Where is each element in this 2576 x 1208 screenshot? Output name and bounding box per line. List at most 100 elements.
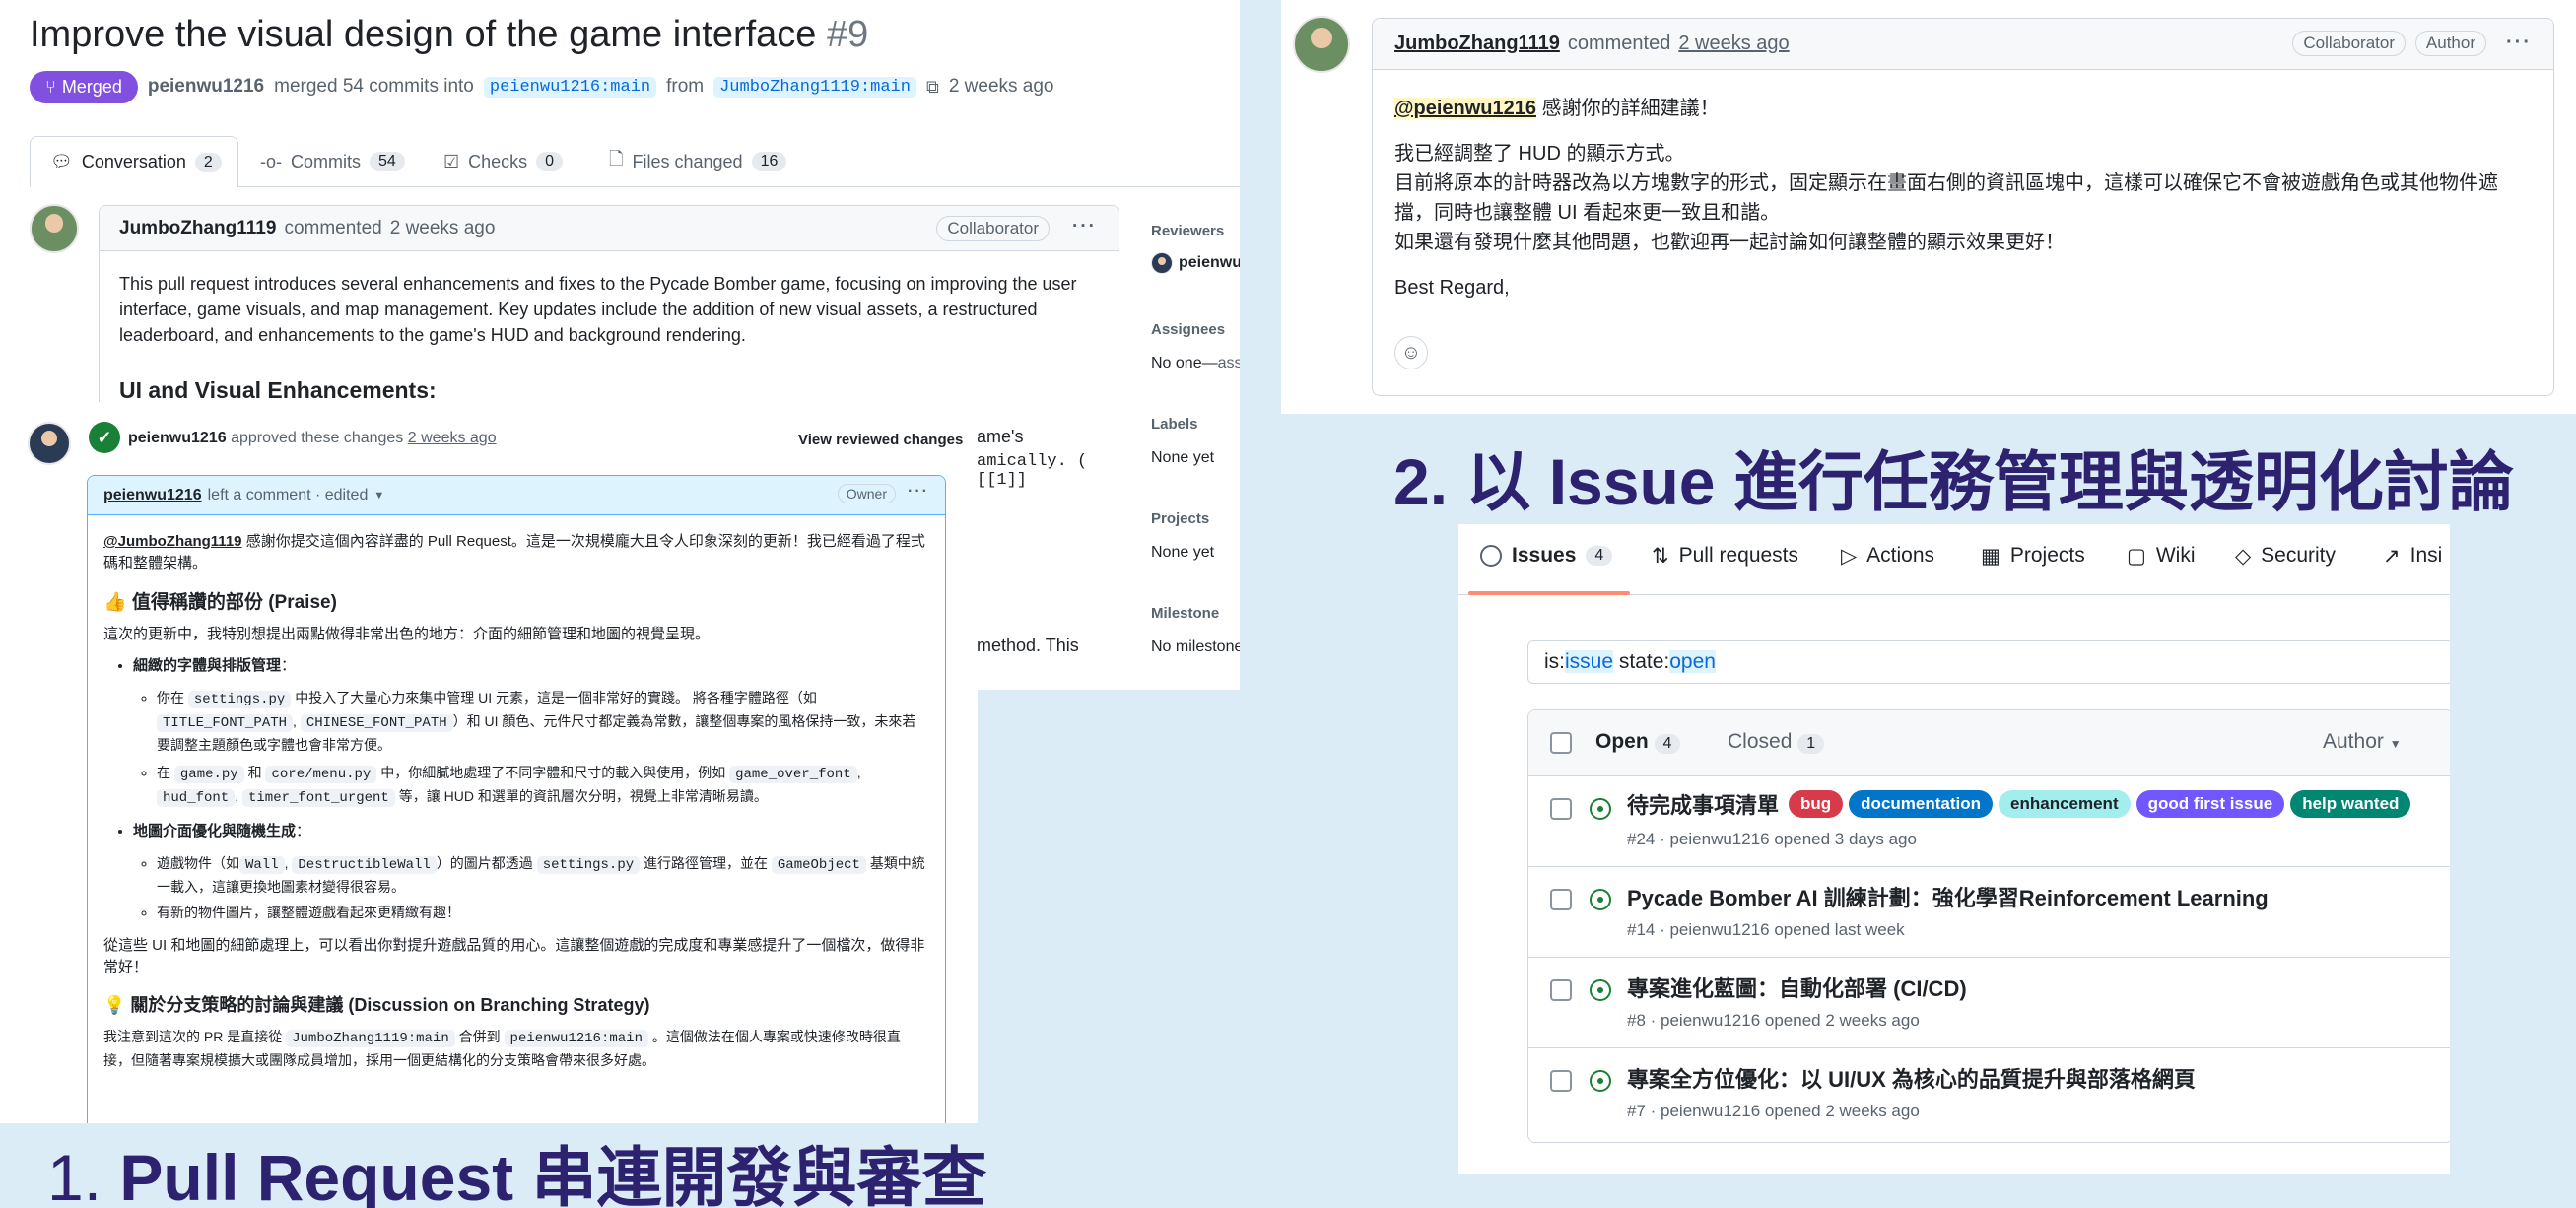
review-comment: peienwu1216 left a comment · edited ▼ Ow…	[87, 475, 946, 1131]
caption-pull-request-text: 1. Pull Request 串連開發與審查	[47, 1141, 987, 1208]
issue-comment-body: @peienwu1216 感謝你的詳細建議！ 我已經調整了 HUD 的顯示方式。…	[1394, 94, 2538, 302]
tab-security[interactable]: ◇ Security	[2235, 544, 2336, 569]
head-branch[interactable]: JumboZhang1119:main	[713, 76, 916, 98]
kebab-menu-icon[interactable]: ···	[2506, 32, 2532, 54]
review-comment-author[interactable]: peienwu1216	[103, 487, 202, 504]
comment-author[interactable]: JumboZhang1119	[119, 218, 276, 239]
summary-user[interactable]: peienwu1216	[148, 76, 264, 98]
review-user[interactable]: peienwu1216	[128, 430, 227, 446]
list-item: 細緻的字體與排版管理： 你在 settings.py 中投入了大量心力來集中管理…	[133, 655, 927, 809]
pr-title-text: Improve the visual design of the game in…	[30, 14, 817, 55]
from-word: from	[666, 76, 705, 97]
comment-line: 如果還有發現什麼其他問題，也歡迎再一起討論如何讓整體的顯示效果更好！	[1394, 232, 2065, 253]
issue-comment-time[interactable]: 2 weeks ago	[1678, 33, 1789, 55]
issues-list-header: Open 4 Closed 1 Author ▼	[1528, 710, 2450, 775]
tab-files-changed[interactable]: 🗋 Files changed 16	[609, 136, 787, 187]
tab-actions[interactable]: ▷ Actions	[1841, 544, 1934, 569]
tab-pull-requests[interactable]: ⇅ Pull requests	[1652, 544, 1798, 569]
comment-text-fragment: amically. ( [[1]]	[977, 452, 1088, 490]
label-documentation[interactable]: documentation	[1849, 790, 1994, 818]
graph-icon: ↗	[2383, 545, 2401, 568]
tab-projects[interactable]: ▦ Projects	[1981, 544, 2085, 569]
collaborator-badge: Collaborator	[2292, 31, 2406, 56]
tab-conversation[interactable]: 💬︎ Conversation 2	[30, 136, 238, 187]
issue-meta: #7 · peienwu1216 opened 2 weeks ago	[1627, 1102, 1920, 1120]
open-filter[interactable]: Open 4	[1595, 730, 1681, 754]
comment-time[interactable]: 2 weeks ago	[390, 218, 496, 239]
tab-insights[interactable]: ↗ Insi	[2383, 544, 2442, 569]
issue-title[interactable]: 專案進化藍圖：自動化部署 (CI/CD)	[1627, 972, 1967, 1003]
review-text: approved these changes	[231, 430, 404, 446]
labels-value: None yet	[1151, 449, 1215, 466]
issue-row[interactable]: Pycade Bomber AI 訓練計劃：強化學習Reinforcement …	[1528, 866, 2450, 957]
issue-checkbox[interactable]	[1550, 1070, 1572, 1092]
select-all-checkbox[interactable]	[1550, 732, 1572, 754]
conversation-count: 2	[194, 152, 222, 172]
author-badge: Author	[2414, 31, 2486, 56]
repo-nav: Issues 4 ⇅ Pull requests ▷ Actions ▦ Project…	[1458, 524, 2450, 595]
issue-comment-panel: JumboZhang1119 commented 2 weeks ago Col…	[1281, 0, 2576, 414]
user-mention[interactable]: @peienwu1216	[1394, 98, 1537, 119]
emoji-reaction-icon[interactable]: ☺	[1394, 336, 1428, 369]
review-time[interactable]: 2 weeks ago	[408, 430, 497, 446]
issue-checkbox[interactable]	[1550, 889, 1572, 910]
comment-header: JumboZhang1119 commented 2 weeks ago Col…	[100, 206, 1119, 251]
review-comment-meta: left a comment · edited	[207, 486, 369, 503]
reviewer-item[interactable]: peienwu	[1151, 252, 1240, 274]
issue-comment-verb: commented	[1567, 33, 1671, 54]
commit-icon: -o-	[260, 151, 282, 171]
issue-open-icon	[1590, 1070, 1611, 1092]
label-help-wanted[interactable]: help wanted	[2290, 790, 2411, 818]
projects-value: None yet	[1151, 544, 1215, 561]
tab-wiki[interactable]: ▢ Wiki	[2127, 544, 2196, 569]
review-card: ✓ peienwu1216 approved these changes 2 w…	[0, 402, 978, 1131]
kebab-menu-icon[interactable]: ···	[908, 483, 929, 501]
avatar[interactable]	[28, 422, 71, 465]
avatar[interactable]	[1293, 16, 1350, 73]
issue-open-icon	[1590, 979, 1611, 1001]
list-item: 有新的物件圖片，讓整體遊戲看起來更精緻有趣！	[157, 902, 927, 923]
issue-title[interactable]: 專案全方位優化：以 UI/UX 為核心的品質提升與部落格網頁	[1627, 1062, 2196, 1094]
issues-list: Open 4 Closed 1 Author ▼ 待完成事項清單 bug doc…	[1527, 709, 2450, 1143]
issue-row[interactable]: 專案全方位優化：以 UI/UX 為核心的品質提升與部落格網頁 #7 · peie…	[1528, 1047, 2450, 1138]
label-bug[interactable]: bug	[1789, 790, 1844, 818]
label-good-first-issue[interactable]: good first issue	[2135, 790, 2285, 818]
issue-checkbox[interactable]	[1550, 798, 1572, 820]
kebab-menu-icon[interactable]: ···	[1072, 216, 1097, 237]
issue-comment-author[interactable]: JumboZhang1119	[1394, 33, 1560, 55]
issue-comment-box: JumboZhang1119 commented 2 weeks ago Col…	[1372, 18, 2554, 396]
review-conclusion: 從這些 UI 和地圖的細節處理上，可以看出你對提升遊戲品質的用心。這讓整個遊戲的…	[103, 937, 925, 975]
checks-count: 0	[536, 152, 564, 171]
issues-search-input[interactable]: is:issue state:open	[1527, 640, 2450, 684]
avatar[interactable]	[30, 204, 79, 253]
pr-tabs: 💬︎ Conversation 2 -o- Commits 54 ☑ Checks 0…	[30, 136, 1240, 187]
reviewers-label: Reviewers	[1151, 223, 1225, 239]
label-enhancement[interactable]: enhancement	[1999, 790, 2131, 818]
tab-issues[interactable]: Issues 4	[1480, 544, 1613, 568]
comment-line: Best Regard,	[1394, 277, 1510, 299]
checks-icon: ☑	[443, 151, 460, 171]
base-branch[interactable]: peienwu1216:main	[483, 76, 657, 98]
issue-row[interactable]: 待完成事項清單 bug documentation enhancement go…	[1528, 775, 2450, 866]
tab-checks[interactable]: ☑ Checks 0	[443, 136, 564, 187]
assign-yourself-link[interactable]: assi	[1218, 355, 1240, 371]
issue-title[interactable]: 待完成事項清單	[1627, 788, 1779, 820]
praise-intro: 這次的更新中，我特別想提出兩點做得非常出色的地方：介面的細節管理和地圖的視覺呈現…	[103, 626, 711, 642]
copy-icon[interactable]: ⧉	[926, 77, 939, 98]
user-mention[interactable]: @JumboZhang1119	[103, 533, 242, 550]
view-reviewed-changes-button[interactable]: View reviewed changes	[798, 432, 963, 448]
summary-time: 2 weeks ago	[948, 76, 1054, 97]
issue-row[interactable]: 專案進化藍圖：自動化部署 (CI/CD) #8 · peienwu1216 op…	[1528, 957, 2450, 1047]
avatar	[1151, 252, 1173, 274]
comment-text-fragment: method. This	[977, 636, 1079, 655]
commits-count: 54	[370, 152, 405, 171]
issue-title[interactable]: Pycade Bomber AI 訓練計劃：強化學習Reinforcement …	[1627, 881, 2269, 912]
tab-commits[interactable]: -o- Commits 54	[260, 136, 405, 187]
author-filter[interactable]: Author ▼	[2323, 730, 2402, 754]
issue-checkbox[interactable]	[1550, 979, 1572, 1001]
list-item: 在 game.py 和 core/menu.py 中，你細膩地處理了不同字體和尺…	[157, 762, 927, 809]
comment-text-fragment: ame's	[977, 427, 1024, 446]
closed-filter[interactable]: Closed 1	[1728, 730, 1825, 754]
assignees-label: Assignees	[1151, 321, 1226, 338]
chevron-down-icon[interactable]: ▼	[373, 490, 384, 502]
